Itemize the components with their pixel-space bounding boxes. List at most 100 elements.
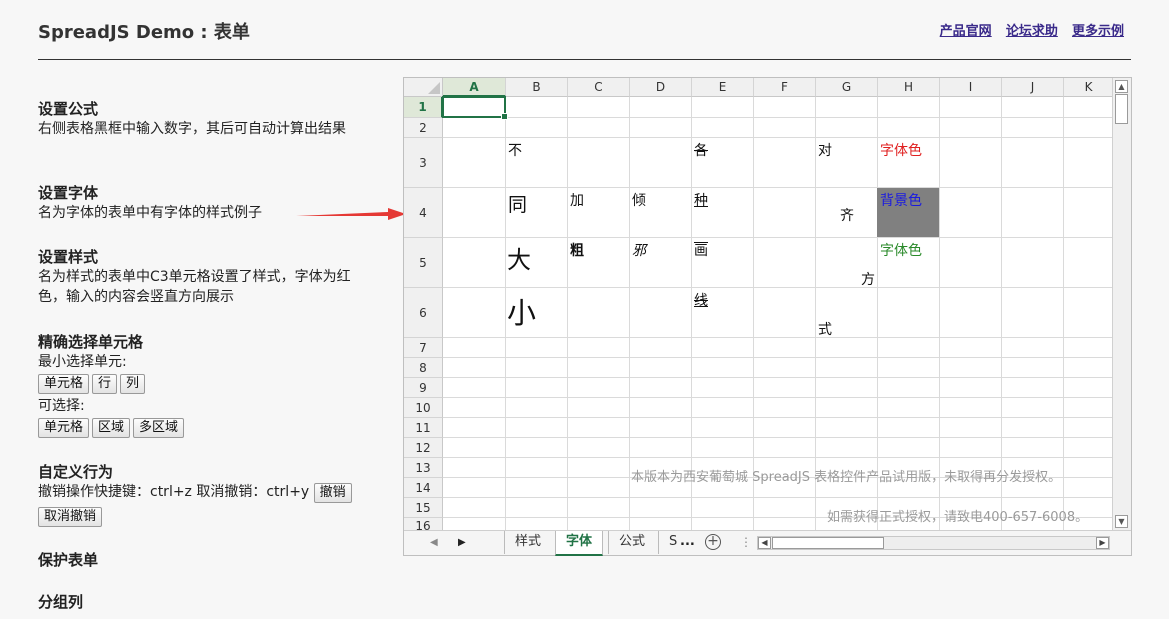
scroll-right-icon[interactable]: ▶ bbox=[1096, 537, 1109, 549]
col-header-c[interactable]: C bbox=[568, 78, 630, 97]
row-header-12[interactable]: 12 bbox=[404, 438, 443, 458]
opt-cell-button[interactable]: 单元格 bbox=[38, 418, 90, 438]
link-forum-help[interactable]: 论坛求助 bbox=[1006, 24, 1058, 39]
more-tabs-icon[interactable]: ... bbox=[680, 534, 695, 549]
opt-select-buttons: 单元格 区域 多区域 bbox=[38, 417, 388, 438]
col-header-j[interactable]: J bbox=[1002, 78, 1064, 97]
row-header-9[interactable]: 9 bbox=[404, 378, 443, 398]
scroll-down-icon[interactable]: ▼ bbox=[1115, 515, 1128, 528]
redo-button[interactable]: 取消撤销 bbox=[38, 507, 103, 527]
cell-b4[interactable]: 同 bbox=[508, 190, 527, 217]
col-header-h[interactable]: H bbox=[878, 78, 940, 97]
opt-range-button[interactable]: 区域 bbox=[92, 418, 131, 438]
section-behavior: 自定义行为 撤销操作快捷键：ctrl+z 取消撤销：ctrl+y 撤销 取消撤销 bbox=[38, 462, 388, 527]
horizontal-scrollbar[interactable]: ◀ ▶ bbox=[757, 536, 1110, 550]
row-header-15[interactable]: 15 bbox=[404, 498, 443, 518]
row-header-16[interactable]: 16 bbox=[404, 518, 443, 530]
section-formula-desc: 右侧表格黑框中输入数字，其后可自动计算出结果 bbox=[38, 121, 346, 137]
cell-g3[interactable]: 对 bbox=[818, 140, 832, 160]
select-all-corner[interactable] bbox=[404, 78, 443, 97]
scroll-left-icon[interactable]: ◀ bbox=[758, 537, 771, 549]
cell-b6[interactable]: 小 bbox=[507, 290, 536, 332]
cell-h3[interactable]: 字体色 bbox=[880, 140, 922, 160]
tab-style[interactable]: 样式 bbox=[504, 531, 551, 554]
col-header-i[interactable]: I bbox=[940, 78, 1002, 97]
row-header-11[interactable]: 11 bbox=[404, 418, 443, 438]
cell-b3[interactable]: 不 bbox=[508, 140, 522, 160]
cell-b5[interactable]: 大 bbox=[507, 240, 531, 275]
top-links: 产品官网 论坛求助 更多示例 bbox=[930, 20, 1124, 39]
undo-button[interactable]: 撤销 bbox=[313, 483, 352, 503]
sheet-tab-bar: ◀ ▶ 样式 字体 公式 S ... + ⋮ ◀ ▶ bbox=[404, 530, 1131, 556]
row-header-14[interactable]: 14 bbox=[404, 478, 443, 498]
col-header-e[interactable]: E bbox=[692, 78, 754, 97]
row-header-6[interactable]: 6 bbox=[404, 288, 443, 338]
section-behavior-title: 自定义行为 bbox=[38, 463, 114, 481]
col-header-a[interactable]: A bbox=[443, 78, 506, 97]
col-header-k[interactable]: K bbox=[1064, 78, 1112, 97]
behavior-row: 撤销操作快捷键：ctrl+z 取消撤销：ctrl+y 撤销 bbox=[38, 482, 388, 503]
section-select-title: 精确选择单元格 bbox=[38, 333, 144, 351]
section-group-title[interactable]: 分组列 bbox=[38, 592, 388, 612]
cell-g4[interactable]: 齐 bbox=[840, 205, 854, 225]
cell-d5[interactable]: 邪 bbox=[632, 240, 646, 260]
section-font-title: 设置字体 bbox=[38, 184, 99, 202]
cell-h5[interactable]: 字体色 bbox=[880, 240, 922, 260]
section-protect: 保护表单 bbox=[38, 550, 388, 570]
col-header-g[interactable]: G bbox=[816, 78, 878, 97]
link-more-examples[interactable]: 更多示例 bbox=[1072, 24, 1124, 39]
row-header-10[interactable]: 10 bbox=[404, 398, 443, 418]
header-divider bbox=[38, 59, 1131, 60]
section-formula-title: 设置公式 bbox=[38, 100, 99, 118]
cell-e5[interactable]: 画 bbox=[694, 240, 708, 260]
col-header-f[interactable]: F bbox=[754, 78, 816, 97]
trial-watermark-line1: 本版本为西安葡萄城 SpreadJS 表格控件产品试用版，未取得再分发授权。 bbox=[631, 470, 1062, 485]
add-sheet-icon[interactable]: + bbox=[705, 534, 721, 550]
active-cell-a1[interactable] bbox=[442, 96, 508, 120]
section-protect-title[interactable]: 保护表单 bbox=[38, 550, 388, 570]
row-header-7[interactable]: 7 bbox=[404, 338, 443, 358]
vertical-scrollbar[interactable]: ▲ ▼ bbox=[1112, 78, 1131, 530]
min-row-button[interactable]: 行 bbox=[92, 374, 118, 394]
row-header-2[interactable]: 2 bbox=[404, 118, 443, 138]
section-select: 精确选择单元格 最小选择单元: 单元格行列 可选择: 单元格 区域 多区域 bbox=[38, 332, 388, 438]
tab-formula[interactable]: 公式 bbox=[608, 531, 655, 554]
cell-e4[interactable]: 种 bbox=[694, 190, 708, 210]
sheet-grid[interactable]: A B C D E F G H I J K 1 2 3 4 5 6 7 8 9 … bbox=[404, 78, 1112, 530]
tab-truncated[interactable]: S bbox=[658, 531, 681, 554]
row-header-13[interactable]: 13 bbox=[404, 458, 443, 478]
trial-watermark-line2: 如需获得正式授权，请致电400-657-6008。 bbox=[827, 510, 1089, 525]
behavior-desc: 撤销操作快捷键：ctrl+z 取消撤销：ctrl+y bbox=[38, 484, 310, 500]
cell-c4[interactable]: 加 bbox=[570, 190, 584, 210]
cell-d4[interactable]: 倾 bbox=[632, 190, 646, 210]
scroll-up-icon[interactable]: ▲ bbox=[1115, 80, 1128, 93]
cell-g5[interactable]: 方 bbox=[861, 269, 875, 289]
splitter-handle-icon[interactable]: ⋮ bbox=[740, 535, 752, 549]
min-col-button[interactable]: 列 bbox=[120, 374, 146, 394]
row-header-5[interactable]: 5 bbox=[404, 238, 443, 288]
opt-select-label: 可选择: bbox=[38, 398, 85, 414]
cell-h4[interactable]: 背景色 bbox=[880, 190, 922, 210]
cell-e6[interactable]: 线 bbox=[694, 290, 708, 310]
min-select-buttons: 单元格行列 bbox=[38, 373, 388, 394]
row-header-4[interactable]: 4 bbox=[404, 188, 443, 238]
vertical-scroll-thumb[interactable] bbox=[1115, 94, 1128, 124]
col-header-d[interactable]: D bbox=[630, 78, 692, 97]
col-header-b[interactable]: B bbox=[506, 78, 568, 97]
tab-font[interactable]: 字体 bbox=[555, 531, 604, 556]
spreadsheet[interactable]: A B C D E F G H I J K 1 2 3 4 5 6 7 8 9 … bbox=[403, 77, 1132, 556]
section-group: 分组列 bbox=[38, 592, 388, 612]
cell-g6[interactable]: 式 bbox=[818, 319, 832, 339]
link-product-site[interactable]: 产品官网 bbox=[940, 24, 992, 39]
min-cell-button[interactable]: 单元格 bbox=[38, 374, 90, 394]
row-header-1[interactable]: 1 bbox=[404, 97, 443, 118]
cell-e3[interactable]: 各 bbox=[694, 140, 708, 160]
tab-nav-prev-icon[interactable]: ◀ bbox=[430, 537, 438, 548]
cell-c5[interactable]: 粗 bbox=[570, 240, 584, 260]
row-header-8[interactable]: 8 bbox=[404, 358, 443, 378]
row-header-3[interactable]: 3 bbox=[404, 138, 443, 188]
horizontal-scroll-thumb[interactable] bbox=[772, 537, 884, 549]
tab-nav-next-icon[interactable]: ▶ bbox=[458, 537, 466, 548]
opt-multi-range-button[interactable]: 多区域 bbox=[133, 418, 185, 438]
section-style-title: 设置样式 bbox=[38, 248, 99, 266]
